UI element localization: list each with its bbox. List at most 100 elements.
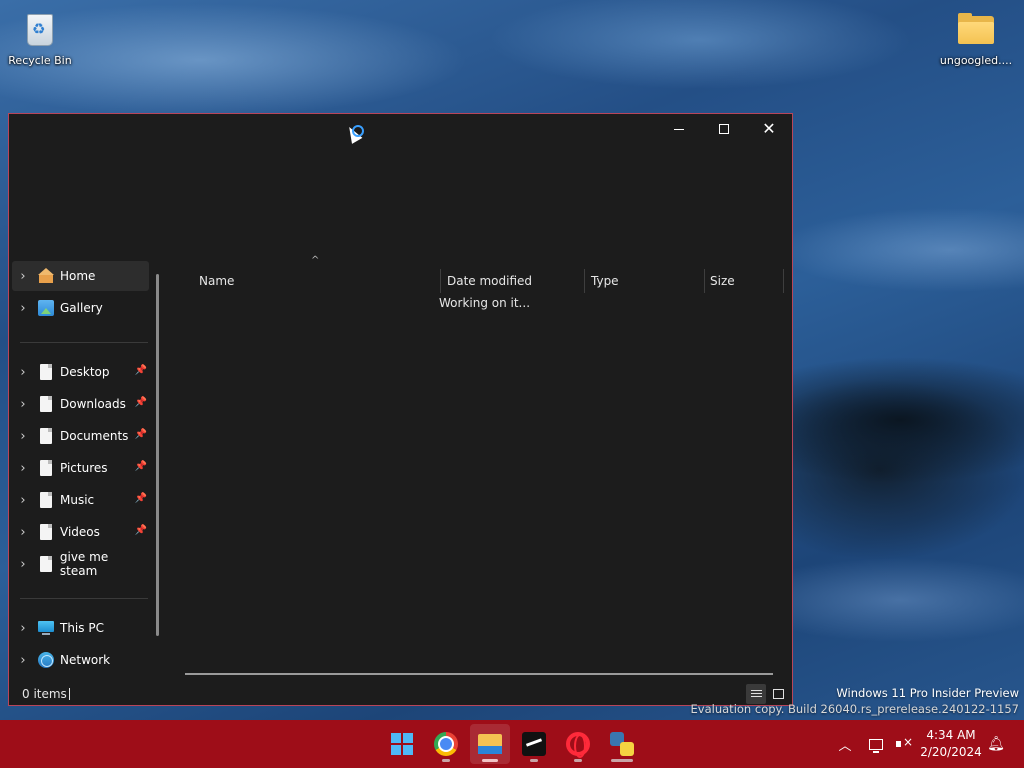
clock-time: 4:34 AM xyxy=(926,728,976,742)
maximize-icon xyxy=(719,124,729,134)
column-header-type[interactable]: Type xyxy=(591,269,703,293)
status-divider xyxy=(69,688,70,700)
clock-date: 2/20/2024 xyxy=(920,745,982,759)
busy-spinner-icon xyxy=(352,125,364,137)
network-status-button[interactable] xyxy=(865,720,887,768)
nav-item-desktop[interactable]: › Desktop 📌 xyxy=(12,357,149,387)
maximize-button[interactable] xyxy=(701,114,747,144)
sort-ascending-icon: ^ xyxy=(311,255,320,266)
chevron-right-icon[interactable]: › xyxy=(14,493,32,508)
chevron-right-icon[interactable]: › xyxy=(14,365,32,380)
taskbar-app-opera[interactable] xyxy=(558,724,598,764)
steam-icon xyxy=(522,732,546,756)
file-list: ^ Name Date modified Type Size Working o… xyxy=(167,255,792,685)
nav-item-label: Home xyxy=(60,269,96,283)
document-icon xyxy=(40,460,52,476)
taskbar-app-file-explorer[interactable] xyxy=(470,724,510,764)
nav-item-label: Documents xyxy=(60,429,129,443)
start-button[interactable] xyxy=(382,724,422,764)
document-icon xyxy=(40,524,52,540)
pin-icon: 📌 xyxy=(134,397,147,408)
chevron-right-icon[interactable]: › xyxy=(14,557,32,572)
document-icon xyxy=(39,556,52,572)
folder-icon xyxy=(956,10,996,50)
close-button[interactable]: ✕ xyxy=(746,114,792,144)
chevron-right-icon[interactable]: › xyxy=(14,269,32,284)
taskbar: ︿ 4:34 AM 2/20/2024 🔔︎ xyxy=(0,720,1024,768)
chevron-right-icon[interactable]: › xyxy=(14,397,32,412)
windows-watermark: Windows 11 Pro Insider Preview Evaluatio… xyxy=(691,685,1019,717)
network-monitor-icon xyxy=(869,738,883,753)
taskbar-app-steam[interactable] xyxy=(514,724,554,764)
loading-message: Working on it... xyxy=(439,296,531,310)
chevron-right-icon[interactable]: › xyxy=(14,525,32,540)
nav-item-documents[interactable]: › Documents 📌 xyxy=(12,421,149,451)
column-header-size[interactable]: Size xyxy=(710,269,782,293)
nav-item-label: Gallery xyxy=(60,301,103,315)
pin-icon: 📌 xyxy=(134,429,147,440)
column-header-date-modified[interactable]: Date modified xyxy=(447,269,583,293)
clock[interactable]: 4:34 AM 2/20/2024 xyxy=(918,727,984,761)
nav-item-videos[interactable]: › Videos 📌 xyxy=(12,517,149,547)
nav-item-label: Videos xyxy=(60,525,100,539)
chevron-right-icon[interactable]: › xyxy=(14,621,32,636)
chevron-right-icon[interactable]: › xyxy=(14,301,32,316)
column-separator[interactable] xyxy=(704,269,705,293)
column-separator[interactable] xyxy=(440,269,441,293)
nav-item-downloads[interactable]: › Downloads 📌 xyxy=(12,389,149,419)
desktop-icon-recycle-bin[interactable]: Recycle Bin xyxy=(0,10,80,67)
taskbar-app-python[interactable] xyxy=(602,724,642,764)
gallery-icon xyxy=(38,300,54,316)
column-header-name[interactable]: Name xyxy=(199,269,439,293)
desktop-icon-label: ungoogled.... xyxy=(939,54,1013,67)
volume-button[interactable] xyxy=(892,720,914,768)
chevron-right-icon[interactable]: › xyxy=(14,461,32,476)
nav-item-label: Pictures xyxy=(60,461,108,475)
horizontal-scrollbar[interactable] xyxy=(185,673,773,675)
nav-item-music[interactable]: › Music 📌 xyxy=(12,485,149,515)
taskbar-app-chrome[interactable] xyxy=(426,724,466,764)
minimize-button[interactable] xyxy=(656,114,702,144)
file-explorer-window: ✕ › Home › Gallery › Desktop 📌 › Downloa… xyxy=(8,113,793,706)
chevron-right-icon[interactable]: › xyxy=(14,653,32,668)
close-icon: ✕ xyxy=(762,119,776,138)
nav-item-this-pc[interactable]: › This PC xyxy=(12,613,149,643)
watermark-build: Evaluation copy. Build 26040.rs_prerelea… xyxy=(690,702,1019,716)
document-icon xyxy=(40,364,52,380)
notifications-button[interactable]: 🔔︎ xyxy=(985,720,1007,768)
python-icon xyxy=(610,732,634,756)
title-bar[interactable]: ✕ xyxy=(9,114,792,144)
opera-icon xyxy=(566,732,590,758)
nav-divider xyxy=(20,598,148,599)
desktop-icon-ungoogled-folder[interactable]: ungoogled.... xyxy=(936,10,1016,67)
chevron-right-icon[interactable]: › xyxy=(14,429,32,444)
minimize-icon xyxy=(674,128,684,130)
nav-item-label: Network xyxy=(60,653,111,667)
network-icon xyxy=(38,652,54,668)
column-separator[interactable] xyxy=(783,269,784,293)
nav-item-home[interactable]: › Home xyxy=(12,261,149,291)
nav-item-network[interactable]: › Network xyxy=(12,645,149,675)
nav-item-label: Downloads xyxy=(60,397,126,411)
navigation-pane: › Home › Gallery › Desktop 📌 › Downloads… xyxy=(9,261,161,681)
chrome-icon xyxy=(434,732,458,756)
nav-item-label: give me steam xyxy=(59,550,109,578)
desktop-icon-label: Recycle Bin xyxy=(8,54,72,67)
windows-start-icon xyxy=(391,733,413,755)
pin-icon: 📌 xyxy=(134,365,147,376)
nav-item-pictures[interactable]: › Pictures 📌 xyxy=(12,453,149,483)
watermark-edition: Windows 11 Pro Insider Preview xyxy=(836,686,1019,700)
nav-item-give-me-steam[interactable]: › give me steam xyxy=(12,549,149,579)
nav-item-gallery[interactable]: › Gallery xyxy=(12,293,149,323)
toolbar-area xyxy=(9,144,792,254)
nav-item-label: This PC xyxy=(60,621,104,635)
bell-icon: 🔔︎ xyxy=(987,736,1005,752)
home-icon xyxy=(38,268,54,284)
chevron-up-icon: ︿ xyxy=(838,738,852,754)
show-hidden-icons-button[interactable]: ︿ xyxy=(835,720,855,768)
speaker-muted-icon xyxy=(896,735,913,750)
document-icon xyxy=(40,428,52,444)
recycle-bin-icon xyxy=(20,10,60,50)
column-separator[interactable] xyxy=(584,269,585,293)
navigation-scrollbar[interactable] xyxy=(156,274,159,636)
